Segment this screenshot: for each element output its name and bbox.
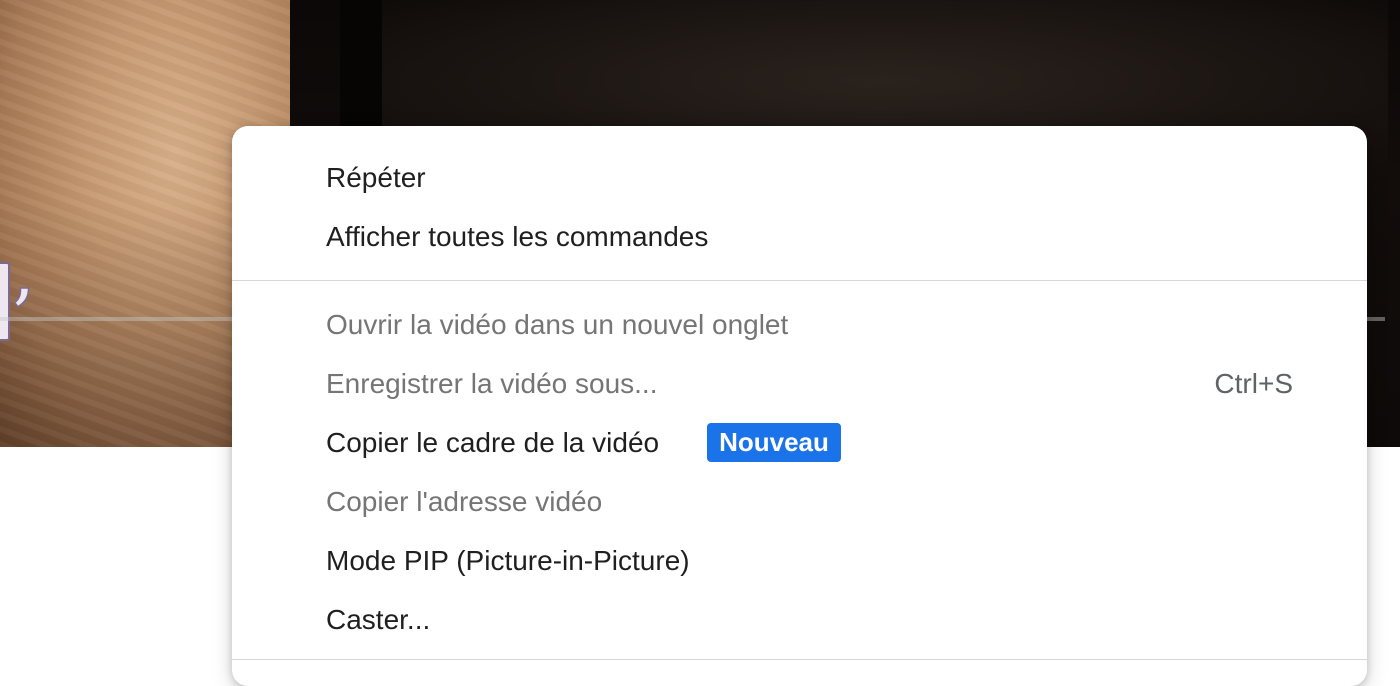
menu-item-copier-cadre[interactable]: Copier le cadre de la vidéo Nouveau bbox=[232, 413, 1367, 472]
menu-item-copier-adresse[interactable]: Copier l'adresse vidéo bbox=[232, 472, 1367, 531]
menu-item-label: Enregistrer la vidéo sous... bbox=[326, 367, 658, 399]
menu-item-label: Ouvrir la vidéo dans un nouvel onglet bbox=[326, 308, 789, 340]
new-badge: Nouveau bbox=[707, 423, 841, 462]
menu-item-label: Mode PIP (Picture-in-Picture) bbox=[326, 544, 690, 576]
menu-item-mode-pip[interactable]: Mode PIP (Picture-in-Picture) bbox=[232, 531, 1367, 590]
menu-item-label: Caster... bbox=[326, 603, 431, 635]
menu-separator bbox=[232, 659, 1367, 660]
menu-item-shortcut: Ctrl+S bbox=[1214, 367, 1293, 399]
menu-item-label: Afficher toutes les commandes bbox=[326, 220, 709, 252]
menu-item-label: Répéter bbox=[326, 161, 426, 193]
subtitle-apostrophe: , bbox=[13, 243, 35, 311]
video-context-menu: Répéter Afficher toutes les commandes Ou… bbox=[232, 126, 1367, 686]
menu-item-label: Copier le cadre de la vidéo bbox=[326, 426, 660, 458]
menu-item-ouvrir-nouvel-onglet[interactable]: Ouvrir la vidéo dans un nouvel onglet bbox=[232, 295, 1367, 354]
menu-item-caster[interactable]: Caster... bbox=[232, 590, 1367, 649]
menu-item-repeter[interactable]: Répéter bbox=[232, 148, 1367, 207]
menu-item-afficher-commandes[interactable]: Afficher toutes les commandes bbox=[232, 207, 1367, 266]
menu-item-enregistrer-video[interactable]: Enregistrer la vidéo sous... Ctrl+S bbox=[232, 354, 1367, 413]
menu-separator bbox=[232, 280, 1367, 281]
subtitle-fragment bbox=[0, 262, 10, 341]
menu-item-label: Copier l'adresse vidéo bbox=[326, 485, 603, 517]
